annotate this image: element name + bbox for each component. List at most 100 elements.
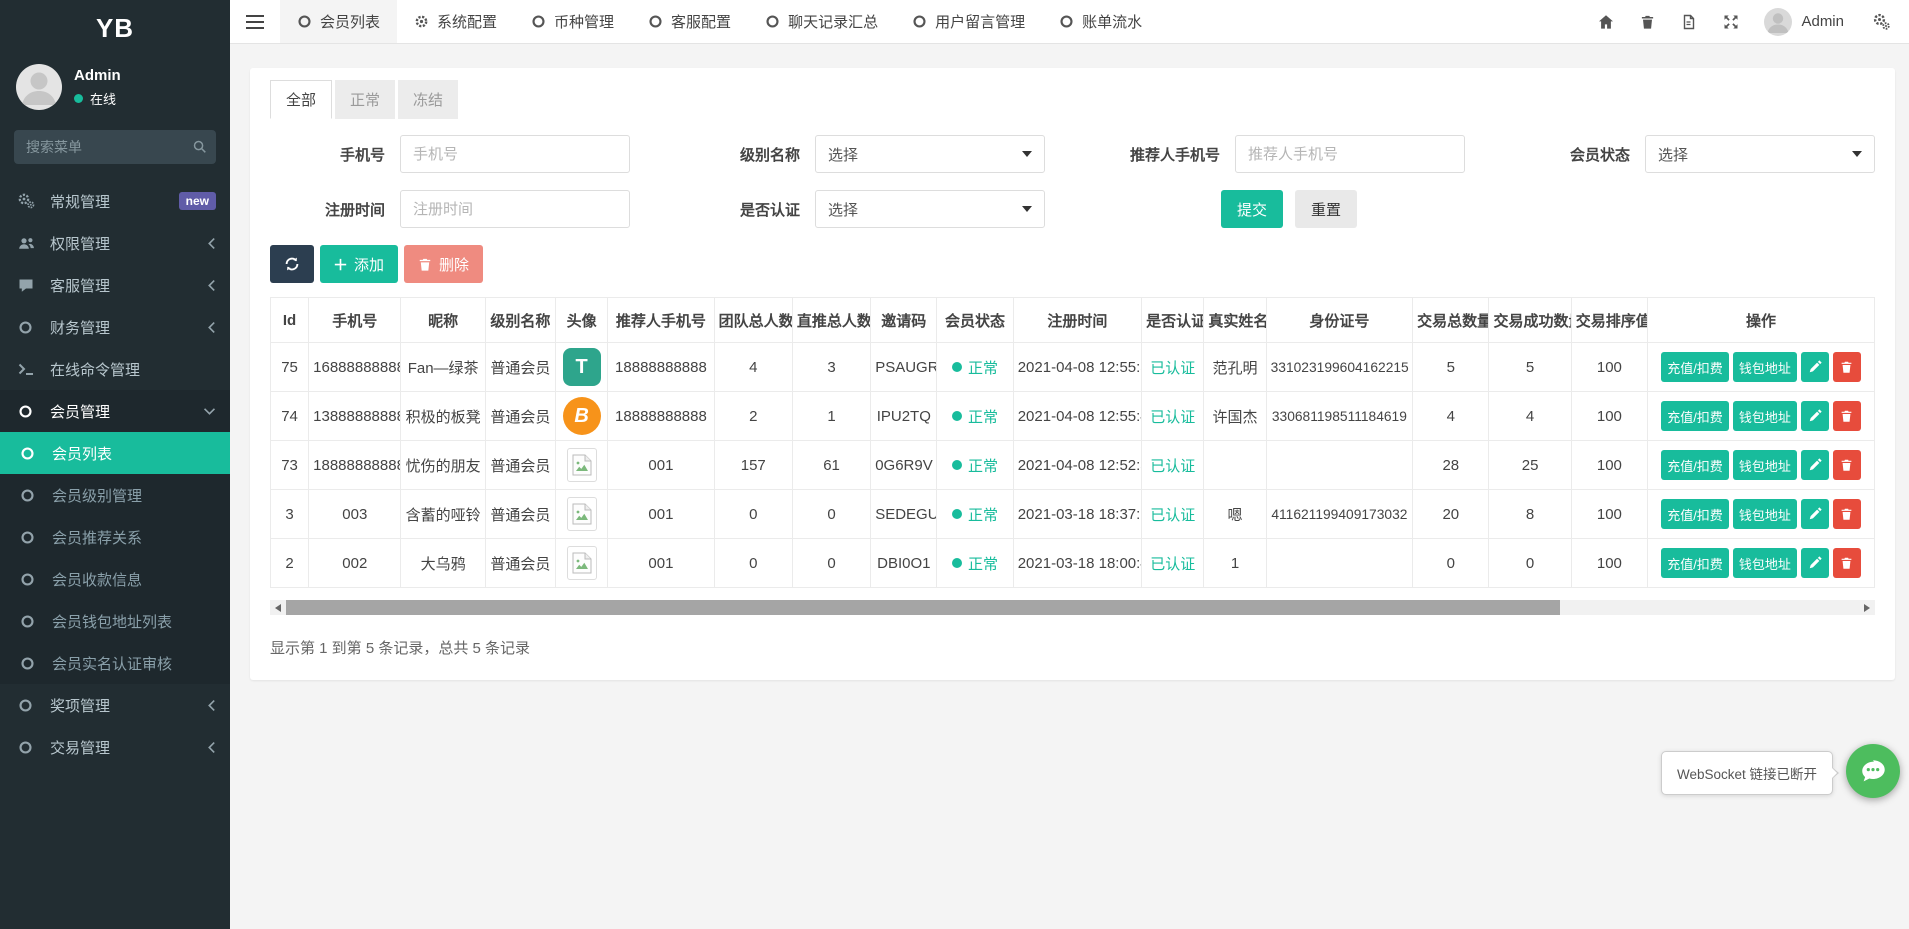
- tab-6[interactable]: 账单流水: [1042, 0, 1159, 43]
- clear-cache-icon[interactable]: [1668, 14, 1710, 30]
- actions-cell: 充值/扣费钱包地址: [1648, 490, 1875, 539]
- wallet-address-button[interactable]: 钱包地址: [1733, 352, 1797, 382]
- chat-widget-button[interactable]: [1846, 744, 1900, 798]
- settings-gears-icon[interactable]: [1860, 13, 1903, 30]
- scroll-right-arrow-icon[interactable]: [1859, 600, 1875, 615]
- trade-sort-cell: 100: [1571, 343, 1647, 392]
- delete-button[interactable]: 删除: [404, 245, 483, 283]
- recharge-button[interactable]: 充值/扣费: [1661, 548, 1729, 578]
- sidebar-item-1[interactable]: 权限管理: [0, 222, 230, 264]
- column-header: 是否认证: [1142, 298, 1204, 343]
- row-delete-button[interactable]: [1833, 401, 1861, 431]
- wallet-address-button[interactable]: 钱包地址: [1733, 450, 1797, 480]
- records-summary: 显示第 1 到第 5 条记录，总共 5 条记录: [270, 637, 1875, 658]
- circle-icon: [18, 698, 42, 713]
- topbar: 会员列表系统配置币种管理客服配置聊天记录汇总用户留言管理账单流水 Admin: [230, 0, 1909, 44]
- sidebar-item-label: 会员实名认证审核: [52, 653, 216, 674]
- sidebar-item-2[interactable]: 客服管理: [0, 264, 230, 306]
- verified-select[interactable]: 选择: [815, 190, 1045, 228]
- level-cell: 普通会员: [485, 441, 555, 490]
- topbar-avatar[interactable]: [1764, 8, 1792, 36]
- wallet-address-button[interactable]: 钱包地址: [1733, 548, 1797, 578]
- column-header: 操作: [1648, 298, 1875, 343]
- status-dot-icon: [952, 362, 962, 372]
- nickname-cell: 含蓄的哑铃: [401, 490, 485, 539]
- referrer-input[interactable]: [1235, 135, 1465, 173]
- circle-icon: [20, 614, 44, 629]
- tab-2[interactable]: 币种管理: [514, 0, 631, 43]
- tab-3[interactable]: 客服配置: [631, 0, 748, 43]
- trash-icon[interactable]: [1627, 14, 1668, 30]
- edit-button[interactable]: [1801, 499, 1829, 529]
- sidebar-item-7[interactable]: 会员级别管理: [0, 474, 230, 516]
- sidebar-item-12[interactable]: 奖项管理: [0, 684, 230, 726]
- row-delete-button[interactable]: [1833, 450, 1861, 480]
- status-select[interactable]: 选择: [1645, 135, 1875, 173]
- recharge-button[interactable]: 充值/扣费: [1661, 352, 1729, 382]
- regtime-input[interactable]: [400, 190, 630, 228]
- topbar-username[interactable]: Admin: [1801, 13, 1844, 30]
- recharge-button[interactable]: 充值/扣费: [1661, 401, 1729, 431]
- table-row: 7413888888888积极的板凳普通会员B1888888888821IPU2…: [271, 392, 1875, 441]
- edit-button[interactable]: [1801, 401, 1829, 431]
- sidebar-item-5[interactable]: 会员管理: [0, 390, 230, 432]
- submit-button[interactable]: 提交: [1221, 190, 1283, 228]
- tab-0[interactable]: 会员列表: [280, 0, 397, 43]
- tab-1[interactable]: 系统配置: [397, 0, 514, 43]
- verified-select-value: 选择: [828, 199, 858, 220]
- quick-tab-0[interactable]: 全部: [270, 80, 332, 119]
- home-icon[interactable]: [1585, 14, 1627, 30]
- verified-cell: 已认证: [1142, 441, 1204, 490]
- quick-tab-2[interactable]: 冻结: [398, 80, 458, 119]
- sidebar-item-4[interactable]: 在线命令管理: [0, 348, 230, 390]
- sidebar-item-10[interactable]: 会员钱包地址列表: [0, 600, 230, 642]
- real-name-cell: 许国杰: [1204, 392, 1266, 441]
- reg-time-cell: 2021-03-18 18:00:44: [1013, 539, 1141, 588]
- sidebar-menu: 常规管理new权限管理客服管理财务管理在线命令管理会员管理会员列表会员级别管理会…: [0, 180, 230, 768]
- circle-icon: [18, 320, 42, 335]
- edit-button[interactable]: [1801, 352, 1829, 382]
- tab-5[interactable]: 用户留言管理: [895, 0, 1042, 43]
- row-delete-button[interactable]: [1833, 548, 1861, 578]
- reset-button[interactable]: 重置: [1295, 190, 1357, 228]
- referrer-label: 推荐人手机号: [1045, 144, 1235, 165]
- row-delete-button[interactable]: [1833, 352, 1861, 382]
- sidebar-item-11[interactable]: 会员实名认证审核: [0, 642, 230, 684]
- scrollbar-track[interactable]: [286, 600, 1859, 615]
- avatar: [16, 64, 62, 110]
- tab-4[interactable]: 聊天记录汇总: [748, 0, 895, 43]
- edit-button[interactable]: [1801, 450, 1829, 480]
- row-delete-button[interactable]: [1833, 499, 1861, 529]
- sidebar-item-13[interactable]: 交易管理: [0, 726, 230, 768]
- menu-search-input[interactable]: [14, 130, 216, 164]
- add-button[interactable]: 添加: [320, 245, 398, 283]
- level-cell: 普通会员: [485, 343, 555, 392]
- sidebar-item-8[interactable]: 会员推荐关系: [0, 516, 230, 558]
- sidebar-item-3[interactable]: 财务管理: [0, 306, 230, 348]
- status-filter-tabs: 全部正常冻结: [270, 80, 1875, 119]
- scroll-left-arrow-icon[interactable]: [270, 600, 286, 615]
- table-toolbar: 添加 删除: [270, 245, 1875, 283]
- refresh-button[interactable]: [270, 245, 314, 283]
- id-cell: 2: [271, 539, 309, 588]
- caret-down-icon: [1852, 151, 1862, 157]
- phone-input[interactable]: [400, 135, 630, 173]
- scrollbar-thumb[interactable]: [286, 600, 1560, 615]
- sidebar-item-0[interactable]: 常规管理new: [0, 180, 230, 222]
- status-dot-icon: [952, 558, 962, 568]
- table-header-row: Id手机号昵称级别名称头像推荐人手机号团队总人数直推总人数邀请码会员状态注册时间…: [271, 298, 1875, 343]
- sidebar-item-9[interactable]: 会员收款信息: [0, 558, 230, 600]
- search-icon[interactable]: [192, 139, 207, 154]
- recharge-button[interactable]: 充值/扣费: [1661, 499, 1729, 529]
- sidebar-item-6[interactable]: 会员列表: [0, 432, 230, 474]
- hamburger-menu-icon[interactable]: [230, 0, 280, 43]
- horizontal-scrollbar[interactable]: [270, 600, 1875, 615]
- fullscreen-icon[interactable]: [1710, 14, 1752, 30]
- wallet-address-button[interactable]: 钱包地址: [1733, 401, 1797, 431]
- wallet-address-button[interactable]: 钱包地址: [1733, 499, 1797, 529]
- quick-tab-1[interactable]: 正常: [335, 80, 395, 119]
- recharge-button[interactable]: 充值/扣费: [1661, 450, 1729, 480]
- nickname-cell: 忧伤的朋友: [401, 441, 485, 490]
- level-select[interactable]: 选择: [815, 135, 1045, 173]
- edit-button[interactable]: [1801, 548, 1829, 578]
